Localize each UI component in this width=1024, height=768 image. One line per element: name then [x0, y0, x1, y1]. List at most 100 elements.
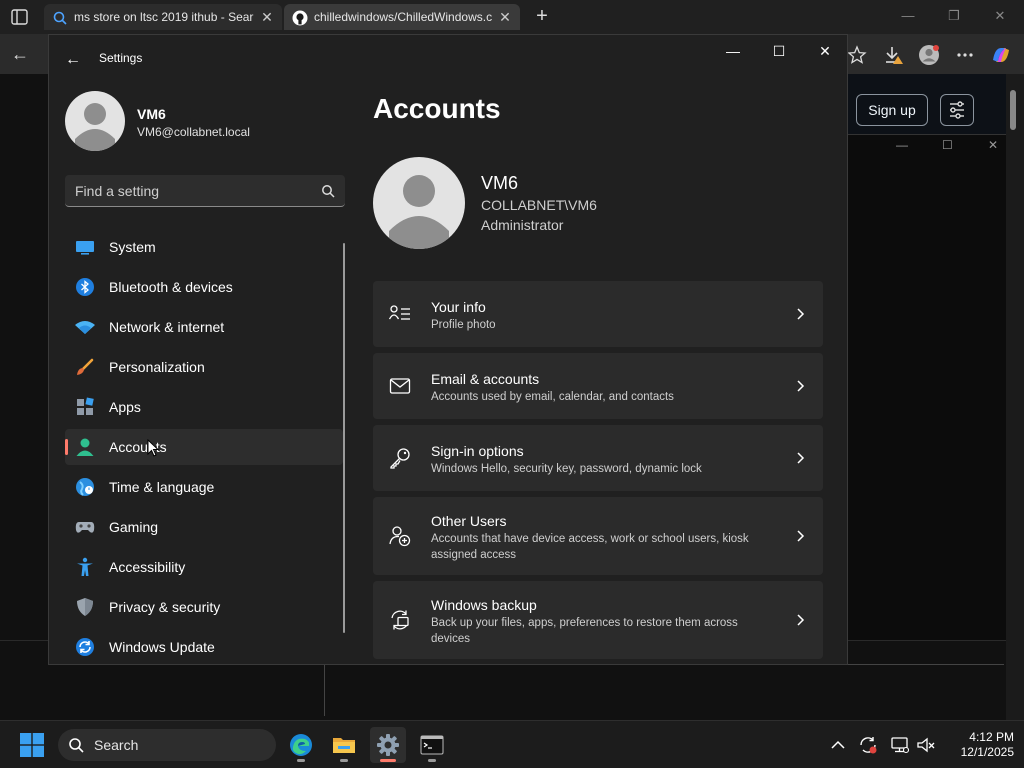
card-title: Your info	[431, 299, 486, 315]
chevron-right-icon	[795, 613, 807, 627]
system-icon	[75, 237, 95, 257]
network-icon[interactable]	[890, 735, 910, 755]
restore-icon[interactable]: ❐	[944, 6, 964, 26]
chevron-up-icon[interactable]	[828, 735, 848, 755]
browser-tab-search[interactable]: ms store on ltsc 2019 ithub - Sear ✕	[44, 4, 282, 30]
card-subtitle: Back up your files, apps, preferences to…	[431, 617, 738, 645]
email-accounts-card[interactable]: Email & accounts Accounts used by email,…	[373, 353, 823, 419]
downloads-icon[interactable]	[882, 44, 904, 66]
nav-item-apps[interactable]: Apps	[65, 389, 343, 425]
card-title: Sign-in options	[431, 443, 524, 459]
nav-item-label: Apps	[109, 399, 141, 415]
account-name: VM6	[481, 173, 519, 193]
windows-backup-card[interactable]: Windows backup Back up your files, apps,…	[373, 581, 823, 659]
accounts-icon	[75, 437, 95, 457]
close-icon[interactable]: ✕	[258, 4, 276, 30]
copilot-icon[interactable]	[990, 44, 1012, 66]
settings-nav: System Bluetooth & devices Network & int…	[65, 229, 343, 664]
windows-start-icon[interactable]	[20, 733, 44, 757]
sign-in-options-card[interactable]: Sign-in options Windows Hello, security …	[373, 425, 823, 491]
desktop: ms store on ltsc 2019 ithub - Sear ✕ chi…	[0, 0, 1024, 768]
browser-tab-github[interactable]: chilledwindows/ChilledWindows.c ✕	[284, 4, 520, 30]
maximize-icon[interactable]: ☐	[942, 138, 953, 152]
running-indicator	[340, 759, 348, 762]
search-icon[interactable]	[321, 184, 335, 198]
minimize-icon[interactable]: —	[898, 6, 918, 26]
nav-item-accessibility[interactable]: Accessibility	[65, 549, 343, 585]
nav-item-network[interactable]: Network & internet	[65, 309, 343, 345]
gamepad-icon	[75, 517, 95, 537]
github-icon	[292, 9, 308, 26]
clock-time: 4:12 PM	[969, 730, 1014, 744]
favorites-icon[interactable]	[846, 44, 868, 66]
nav-item-label: Privacy & security	[109, 599, 221, 615]
close-icon[interactable]: ✕	[988, 138, 998, 152]
nav-item-label: Gaming	[109, 519, 159, 535]
your-info-card[interactable]: Your info Profile photo	[373, 281, 823, 347]
nav-item-label: Time & language	[109, 479, 215, 495]
avatar[interactable]	[65, 91, 125, 151]
back-arrow-icon[interactable]: ←	[61, 48, 85, 72]
close-icon[interactable]: ✕	[496, 4, 514, 30]
profile-avatar-icon[interactable]	[918, 44, 940, 66]
search-icon	[52, 9, 68, 25]
close-icon[interactable]: ✕	[990, 6, 1010, 26]
webpage-panel	[324, 664, 1004, 716]
taskbar-edge[interactable]	[283, 727, 319, 763]
nav-item-personalization[interactable]: Personalization	[65, 349, 343, 385]
card-subtitle: Profile photo	[431, 319, 496, 331]
nav-item-time-language[interactable]: Time & language	[65, 469, 343, 505]
card-subtitle: Windows Hello, security key, password, d…	[431, 463, 702, 475]
maximize-icon[interactable]: ☐	[767, 41, 791, 61]
account-role: Administrator	[481, 217, 564, 233]
nav-item-system[interactable]: System	[65, 229, 343, 265]
running-indicator	[380, 759, 396, 762]
browser-scrollbar[interactable]	[1006, 74, 1024, 720]
nav-item-windows-update[interactable]: Windows Update	[65, 629, 343, 664]
nav-item-gaming[interactable]: Gaming	[65, 509, 343, 545]
sign-up-button[interactable]: Sign up	[856, 94, 928, 126]
accounts-options: Your info Profile photo Email & accounts…	[373, 281, 823, 664]
minimize-icon[interactable]: —	[896, 138, 908, 152]
minimize-icon[interactable]: —	[721, 41, 745, 61]
accessibility-icon	[75, 557, 95, 577]
window-title: Settings	[99, 51, 143, 65]
nav-item-label: Network & internet	[109, 319, 225, 335]
search-box[interactable]	[65, 175, 345, 207]
close-icon[interactable]: ✕	[813, 41, 837, 61]
filter-button[interactable]	[940, 94, 974, 126]
tab-label: ms store on ltsc 2019 ithub - Sear	[74, 10, 254, 24]
new-tab-button[interactable]: +	[530, 3, 554, 29]
running-indicator	[428, 759, 436, 762]
volume-muted-icon[interactable]	[916, 735, 936, 755]
bluetooth-icon	[75, 277, 95, 297]
taskbar-settings[interactable]	[370, 727, 406, 763]
taskbar-search[interactable]: Search	[58, 729, 276, 761]
backup-icon	[389, 609, 411, 631]
globe-icon	[75, 477, 95, 497]
nav-item-label: Personalization	[109, 359, 205, 375]
nav-item-accounts[interactable]: Accounts	[65, 429, 343, 465]
other-users-card[interactable]: Other Users Accounts that have device ac…	[373, 497, 823, 575]
search-input[interactable]	[75, 175, 305, 206]
sync-icon[interactable]	[858, 735, 878, 755]
system-clock[interactable]: 4:12 PM 12/1/2025	[944, 730, 1014, 760]
brush-icon	[75, 357, 95, 377]
taskbar-file-explorer[interactable]	[326, 727, 362, 763]
page-title: Accounts	[373, 93, 501, 124]
webpage-left-strip	[0, 74, 48, 720]
taskbar-terminal[interactable]	[414, 727, 450, 763]
nav-item-bluetooth[interactable]: Bluetooth & devices	[65, 269, 343, 305]
account-avatar[interactable]	[373, 157, 465, 249]
wifi-icon	[75, 317, 95, 337]
add-user-icon	[389, 525, 411, 547]
scrollbar-thumb[interactable]	[1010, 90, 1016, 130]
back-arrow-icon[interactable]: ←	[8, 42, 32, 66]
tab-actions-icon[interactable]	[8, 6, 32, 28]
nav-item-label: Windows Update	[109, 639, 215, 655]
nav-item-privacy-security[interactable]: Privacy & security	[65, 589, 343, 625]
settings-window: ← Settings — ☐ ✕ VM6 VM6@collabnet.local…	[48, 34, 848, 665]
nav-scrollbar[interactable]	[343, 243, 345, 633]
running-indicator	[297, 759, 305, 762]
more-options-icon[interactable]	[954, 44, 976, 66]
